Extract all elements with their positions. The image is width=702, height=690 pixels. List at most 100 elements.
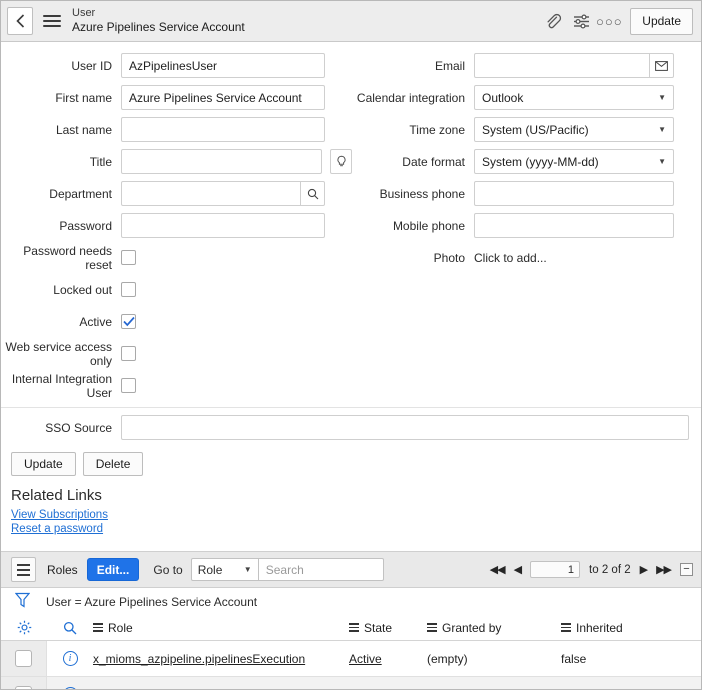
pagination-controls: ◀◀ ◀ 1 to 2 of 2 ▶ ▶▶ − — [490, 561, 695, 578]
delete-button[interactable]: Delete — [82, 452, 144, 476]
magnifier-icon[interactable] — [301, 181, 325, 206]
sort-menu-icon — [93, 623, 103, 632]
related-link-view-subscriptions[interactable]: View Subscriptions — [1, 509, 701, 523]
column-header-inherited[interactable]: Inherited — [561, 621, 623, 635]
mobile-phone-input[interactable] — [474, 213, 674, 238]
collapse-icon[interactable]: − — [680, 563, 693, 576]
table-row[interactable]: i x_mioms_azpipeline.pipelinesExecution … — [1, 641, 701, 677]
title-input[interactable] — [121, 149, 323, 174]
next-page-icon[interactable]: ▶ — [640, 563, 649, 576]
field-label: User ID — [71, 58, 112, 73]
search-icon[interactable] — [47, 621, 93, 635]
funnel-icon[interactable] — [14, 592, 31, 612]
cell-role: x_mioms_azpipeline.pipelinesExecution — [93, 652, 349, 666]
last-page-icon[interactable]: ▶▶ — [656, 563, 672, 576]
field-label: Password needs reset — [23, 243, 112, 272]
web-service-access-only-checkbox[interactable] — [121, 346, 136, 361]
field-label: Business phone — [379, 186, 465, 201]
filter-condition-text: User = Azure Pipelines Service Account — [46, 594, 258, 609]
column-label: Granted by — [442, 620, 502, 635]
edit-roles-button[interactable]: Edit... — [86, 558, 140, 581]
field-label: Mobile phone — [392, 218, 465, 233]
chevron-left-icon — [15, 14, 24, 28]
prev-page-icon[interactable]: ◀ — [514, 563, 523, 576]
column-header-granted-by[interactable]: Granted by — [427, 621, 561, 635]
role-link[interactable]: x_mioms_azpipeline.pipelinesExecution — [93, 652, 305, 666]
department-input[interactable] — [121, 181, 301, 206]
sso-source-input[interactable] — [121, 415, 689, 440]
record-title: Azure Pipelines Service Account — [72, 20, 245, 35]
time-zone-select[interactable]: System (US/Pacific) ▼ — [474, 117, 674, 142]
header-update-button[interactable]: Update — [630, 7, 693, 35]
field-email: Email — [352, 50, 701, 81]
first-name-input[interactable]: Azure Pipelines Service Account — [121, 85, 325, 110]
field-label: Web service access only — [5, 339, 112, 368]
sort-menu-icon — [349, 623, 359, 632]
calendar-integration-select[interactable]: Outlook ▼ — [474, 85, 674, 110]
field-label: Last name — [55, 122, 112, 137]
lightbulb-icon[interactable] — [330, 149, 352, 174]
field-department: Department — [1, 178, 352, 209]
sliders-icon[interactable] — [568, 8, 594, 34]
field-last-name: Last name — [1, 114, 352, 145]
page-range-text: to 2 of 2 — [589, 563, 631, 576]
table-row[interactable]: i import_transformer Active (empty) true — [1, 677, 701, 689]
envelope-icon[interactable] — [650, 53, 674, 78]
column-label: Role — [108, 620, 133, 635]
field-title: Title — [1, 146, 352, 177]
page-number-input[interactable]: 1 — [530, 561, 581, 578]
field-label: SSO Source — [45, 420, 112, 435]
update-button[interactable]: Update — [11, 452, 76, 476]
state-link[interactable]: Active — [349, 652, 382, 666]
row-select-cell — [1, 677, 47, 689]
column-label: State — [364, 620, 393, 635]
photo-upload-link[interactable]: Click to add... — [474, 251, 547, 265]
field-label: Time zone — [409, 122, 465, 137]
gear-icon[interactable] — [1, 620, 47, 635]
header-titles: User Azure Pipelines Service Account — [72, 7, 245, 36]
field-user-id: User ID AzPipelinesUser — [1, 50, 352, 81]
list-menu-icon[interactable] — [11, 557, 36, 582]
chevron-down-icon: ▼ — [243, 565, 252, 574]
list-search-input[interactable]: Search — [258, 558, 384, 581]
last-name-input[interactable] — [121, 117, 325, 142]
hamburger-icon[interactable] — [43, 15, 61, 27]
info-icon[interactable]: i — [62, 651, 78, 666]
field-sso-source: SSO Source — [1, 412, 701, 443]
related-link-reset-password[interactable]: Reset a password — [1, 523, 701, 537]
field-first-name: First name Azure Pipelines Service Accou… — [1, 82, 352, 113]
column-header-role[interactable]: Role — [93, 621, 349, 635]
field-label: Active — [79, 314, 112, 329]
field-internal-integration-user: Internal Integration User — [1, 370, 352, 401]
field-label: Locked out — [53, 282, 112, 297]
field-label: Email — [434, 58, 465, 73]
locked-out-checkbox[interactable] — [121, 282, 136, 297]
password-input[interactable] — [121, 213, 325, 238]
paperclip-icon[interactable] — [540, 8, 566, 34]
internal-integration-user-checkbox[interactable] — [121, 378, 136, 393]
email-input[interactable] — [474, 53, 650, 78]
form-columns: User ID AzPipelinesUser First name Azure… — [1, 50, 701, 402]
row-checkbox[interactable] — [15, 686, 32, 689]
related-list-toolbar: Roles Edit... Go to Role ▼ Search ◀◀ ◀ 1… — [1, 551, 701, 588]
more-options-icon[interactable]: ○○○ — [596, 8, 622, 34]
date-format-select[interactable]: System (yyyy-MM-dd) ▼ — [474, 149, 674, 174]
record-type-label: User — [72, 6, 96, 19]
field-label: Department — [49, 186, 112, 201]
password-needs-reset-checkbox[interactable] — [121, 250, 136, 265]
field-label: Calendar integration — [356, 90, 465, 105]
filter-breadcrumb: User = Azure Pipelines Service Account — [1, 588, 701, 615]
business-phone-input[interactable] — [474, 181, 674, 206]
back-button[interactable] — [7, 7, 33, 35]
related-links-title: Related Links — [11, 487, 102, 504]
column-header-state[interactable]: State — [349, 621, 427, 635]
form-header: User Azure Pipelines Service Account ○○○… — [1, 1, 701, 42]
chevron-down-icon: ▼ — [658, 157, 666, 166]
user-id-input[interactable]: AzPipelinesUser — [121, 53, 325, 78]
row-checkbox[interactable] — [15, 650, 32, 667]
goto-field-select[interactable]: Role ▼ — [190, 558, 259, 581]
row-info-cell: i — [47, 651, 93, 666]
active-checkbox[interactable] — [121, 314, 136, 329]
related-list-name: Roles — [47, 562, 78, 577]
first-page-icon[interactable]: ◀◀ — [490, 563, 506, 576]
